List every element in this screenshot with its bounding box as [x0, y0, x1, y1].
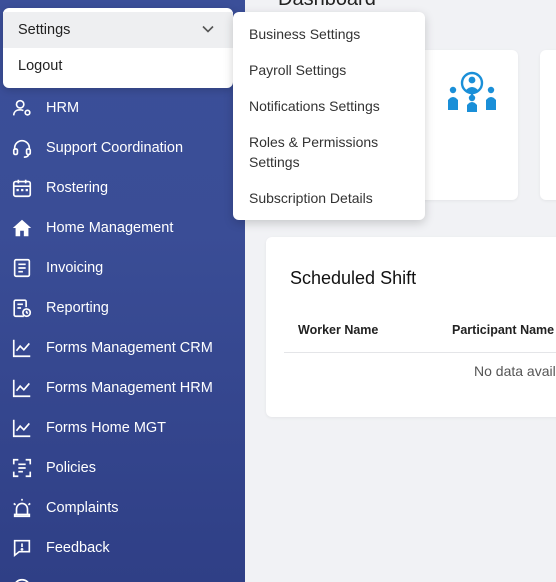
settings-dropdown-toggle[interactable]: Settings	[3, 12, 233, 48]
chart-line-icon	[10, 416, 34, 440]
chart-line-icon	[10, 376, 34, 400]
sidebar-item-policies[interactable]: Policies	[0, 448, 245, 488]
sidebar-item-forms-home-mgt[interactable]: Forms Home MGT	[0, 408, 245, 448]
invoice-icon	[10, 256, 34, 280]
sidebar-item-label: HRM	[46, 100, 80, 116]
chevron-down-icon	[202, 25, 214, 33]
menu-item-subscription-details[interactable]: Subscription Details	[249, 188, 373, 208]
menu-item-roles-permissions-settings[interactable]: Roles & Permissions Settings	[249, 132, 399, 172]
sidebar-item-label: Forms Management CRM	[46, 340, 213, 356]
team-icon	[448, 71, 496, 112]
feedback-icon	[10, 536, 34, 560]
column-header-worker-name[interactable]: Worker Name	[298, 323, 378, 337]
chart-line-icon	[10, 336, 34, 360]
menu-item-notifications-settings[interactable]: Notifications Settings	[249, 96, 380, 116]
sidebar-item-forms-management-hrm[interactable]: Forms Management HRM	[0, 368, 245, 408]
sidebar-item-feedback[interactable]: Feedback	[0, 528, 245, 568]
table-divider	[284, 352, 556, 353]
sidebar-item-partial[interactable]	[0, 568, 245, 582]
stat-card-partial[interactable]	[540, 50, 556, 200]
menu-item-payroll-settings[interactable]: Payroll Settings	[249, 60, 346, 80]
sidebar-item-invoicing[interactable]: Invoicing	[0, 248, 245, 288]
menu-item-business-settings[interactable]: Business Settings	[249, 24, 360, 44]
sidebar-item-label: Feedback	[46, 540, 110, 556]
home-icon	[10, 216, 34, 240]
sidebar-item-label: Invoicing	[46, 260, 104, 276]
logout-button[interactable]: Logout	[18, 58, 62, 74]
scheduled-shift-title: Scheduled Shift	[290, 268, 417, 288]
headset-icon	[10, 136, 34, 160]
sidebar-item-label: Support Coordination	[46, 140, 184, 156]
alarm-icon	[10, 496, 34, 520]
settings-label: Settings	[18, 22, 71, 38]
sidebar-item-label: Policies	[46, 460, 96, 476]
sidebar-item-rostering[interactable]: Rostering	[0, 168, 245, 208]
sidebar-item-home-management[interactable]: Home Management	[0, 208, 245, 248]
calendar-icon	[10, 176, 34, 200]
sidebar-item-reporting[interactable]: Reporting	[0, 288, 245, 328]
policy-scan-icon	[10, 456, 34, 480]
report-icon	[10, 296, 34, 320]
empty-table-message: No data avail	[474, 363, 556, 379]
sidebar-item-label: Forms Home MGT	[46, 420, 167, 436]
sidebar-item-forms-management-crm[interactable]: Forms Management CRM	[0, 328, 245, 368]
sidebar-item-label: Reporting	[46, 300, 109, 316]
page-title: Dashboard	[278, 0, 376, 11]
column-header-participant-name[interactable]: Participant Name	[452, 323, 554, 337]
sidebar-item-label: Forms Management HRM	[46, 380, 213, 396]
settings-dropdown: Settings Logout	[3, 8, 233, 88]
circle-icon	[10, 576, 34, 582]
sidebar-item-label: Complaints	[46, 500, 119, 516]
sidebar-item-support-coordination[interactable]: Support Coordination	[0, 128, 245, 168]
user-settings-icon	[10, 96, 34, 120]
sidebar-item-label: Home Management	[46, 220, 174, 236]
sidebar-item-hrm[interactable]: HRM	[0, 88, 245, 128]
settings-submenu: Business Settings Payroll Settings Notif…	[233, 12, 425, 220]
sidebar-item-label: Rostering	[46, 180, 109, 196]
sidebar-item-complaints[interactable]: Complaints	[0, 488, 245, 528]
